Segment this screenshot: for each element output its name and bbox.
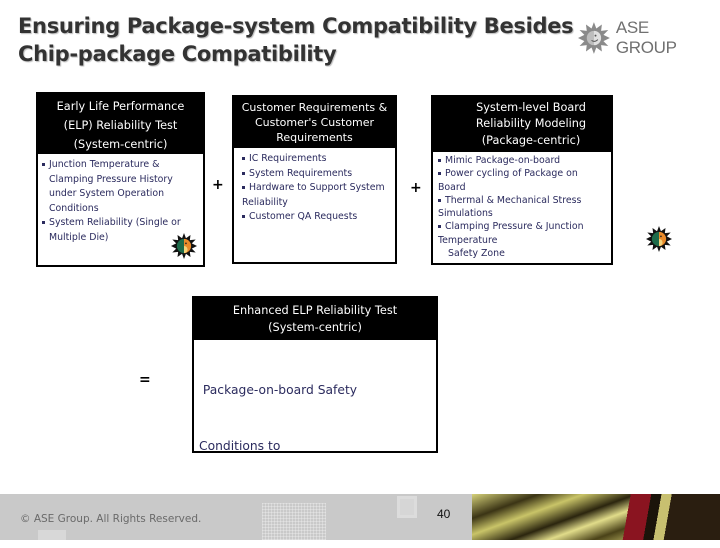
system-board-modeling-box: System-level Board Reliability Modeling … bbox=[431, 95, 613, 265]
system-box-header: System-level Board Reliability Modeling … bbox=[433, 97, 611, 152]
list-item: System Requirements bbox=[242, 167, 389, 182]
item-text: System Requirements bbox=[249, 167, 353, 179]
elp-header-line: (ELP) Reliability Test bbox=[63, 118, 178, 132]
item-text: under System Operation bbox=[49, 188, 165, 199]
item-text: IC Requirements bbox=[249, 153, 327, 164]
item-text: Multiple Die) bbox=[49, 231, 109, 243]
bullet-icon bbox=[242, 215, 245, 218]
item-text: Reliability bbox=[242, 196, 288, 208]
item-text: Clamping Pressure History bbox=[49, 173, 173, 185]
bullet-icon bbox=[438, 159, 441, 162]
title-line-1: Ensuring Package-system Compatibility Be… bbox=[18, 14, 574, 38]
item-text: Mimic Package-on-board bbox=[445, 155, 561, 166]
item-text: Conditions bbox=[49, 202, 99, 214]
elp-header-line: Early Life Performance bbox=[56, 99, 185, 113]
item-text: System Reliability (Single or bbox=[49, 217, 181, 228]
list-item: Clamping Pressure & Junction Temperature S… bbox=[438, 220, 605, 260]
bullet-icon bbox=[242, 171, 245, 175]
list-item: Power cycling of Package on Board bbox=[438, 167, 605, 194]
plus-operator: + bbox=[410, 180, 422, 196]
bullet-icon bbox=[242, 157, 245, 160]
elp-header-line: (System-centric) bbox=[73, 137, 168, 151]
item-text: Clamping Pressure & Junction bbox=[445, 221, 584, 233]
decorative-square bbox=[38, 530, 66, 540]
item-text: Safety Zone bbox=[448, 248, 505, 260]
enhanced-body-line: Package-on-board Safety bbox=[199, 383, 358, 397]
item-text: Hardware to Support System bbox=[249, 182, 385, 193]
elp-box-body: Junction Temperature & Clamping Pressure… bbox=[38, 154, 203, 245]
page-number: 40 bbox=[437, 507, 451, 521]
bullet-icon bbox=[42, 163, 45, 166]
item-text: Simulations bbox=[438, 208, 493, 220]
decorative-square bbox=[397, 496, 417, 518]
list-item: Thermal & Mechanical Stress Simulations bbox=[438, 194, 605, 221]
bullet-icon bbox=[438, 172, 441, 176]
enhanced-header-line: (System-centric) bbox=[268, 321, 362, 334]
enhanced-box-header: Enhanced ELP Reliability Test (System-ce… bbox=[194, 298, 436, 340]
ase-group-logo: ASE GROUP bbox=[578, 18, 708, 58]
customer-box-body: IC Requirements System Requirements Hard… bbox=[234, 148, 395, 225]
enhanced-header-line: Enhanced ELP Reliability Test bbox=[232, 304, 398, 317]
elp-box-header: Early Life Performance (ELP) Reliability… bbox=[38, 94, 203, 154]
system-header-line: (Package-centric) bbox=[481, 133, 581, 147]
customer-header-line: Requirements bbox=[276, 131, 353, 144]
item-text: Thermal & Mechanical Stress bbox=[445, 194, 582, 206]
decorative-grid-pattern bbox=[262, 503, 326, 540]
slide-footer: © ASE Group. All Rights Reserved. 40 bbox=[0, 494, 720, 540]
bullet-icon bbox=[438, 198, 441, 202]
list-item: Junction Temperature & Clamping Pressure… bbox=[42, 158, 197, 216]
bullet-icon bbox=[42, 221, 45, 224]
item-text: Board bbox=[438, 181, 466, 193]
system-box-body: Mimic Package-on-board Power cycling of … bbox=[433, 152, 611, 260]
slide-title: Ensuring Package-system Compatibility Be… bbox=[18, 12, 578, 68]
ase-sun-icon bbox=[578, 22, 610, 54]
list-item: Mimic Package-on-board bbox=[438, 154, 605, 167]
system-header-line: Reliability Modeling bbox=[475, 117, 587, 131]
item-text: Junction Temperature & bbox=[49, 159, 160, 170]
list-item: IC Requirements bbox=[242, 152, 389, 167]
enhanced-body-line: Conditions to bbox=[199, 438, 281, 453]
enhanced-elp-test-box: Enhanced ELP Reliability Test (System-ce… bbox=[192, 296, 438, 508]
item-text: Power cycling of Package on bbox=[445, 168, 578, 180]
item-text: Customer QA Requests bbox=[249, 211, 358, 222]
equals-operator: = bbox=[139, 372, 151, 388]
item-text: Temperature bbox=[438, 234, 498, 246]
system-header-line: System-level Board bbox=[476, 100, 586, 114]
list-item: Customer QA Requests bbox=[242, 210, 389, 225]
footer-chip-photo bbox=[472, 494, 720, 540]
bullet-icon bbox=[242, 186, 245, 189]
customer-requirements-box: Customer Requirements & Customer's Custo… bbox=[232, 95, 397, 264]
plus-operator: + bbox=[212, 177, 224, 193]
customer-box-header: Customer Requirements & Customer's Custo… bbox=[234, 97, 395, 148]
logo-text: ASE GROUP bbox=[615, 18, 677, 57]
customer-header-line: Customer's Customer bbox=[254, 116, 375, 129]
list-item: Hardware to Support System Reliability bbox=[242, 181, 389, 210]
title-line-2: Chip-package Compatibility bbox=[18, 42, 337, 66]
copyright-text: © ASE Group. All Rights Reserved. bbox=[20, 513, 202, 525]
customer-header-line: Customer Requirements & bbox=[241, 101, 388, 114]
bullet-icon bbox=[438, 225, 441, 229]
ase-sun-icon bbox=[646, 226, 672, 252]
ase-sun-icon bbox=[171, 233, 197, 259]
